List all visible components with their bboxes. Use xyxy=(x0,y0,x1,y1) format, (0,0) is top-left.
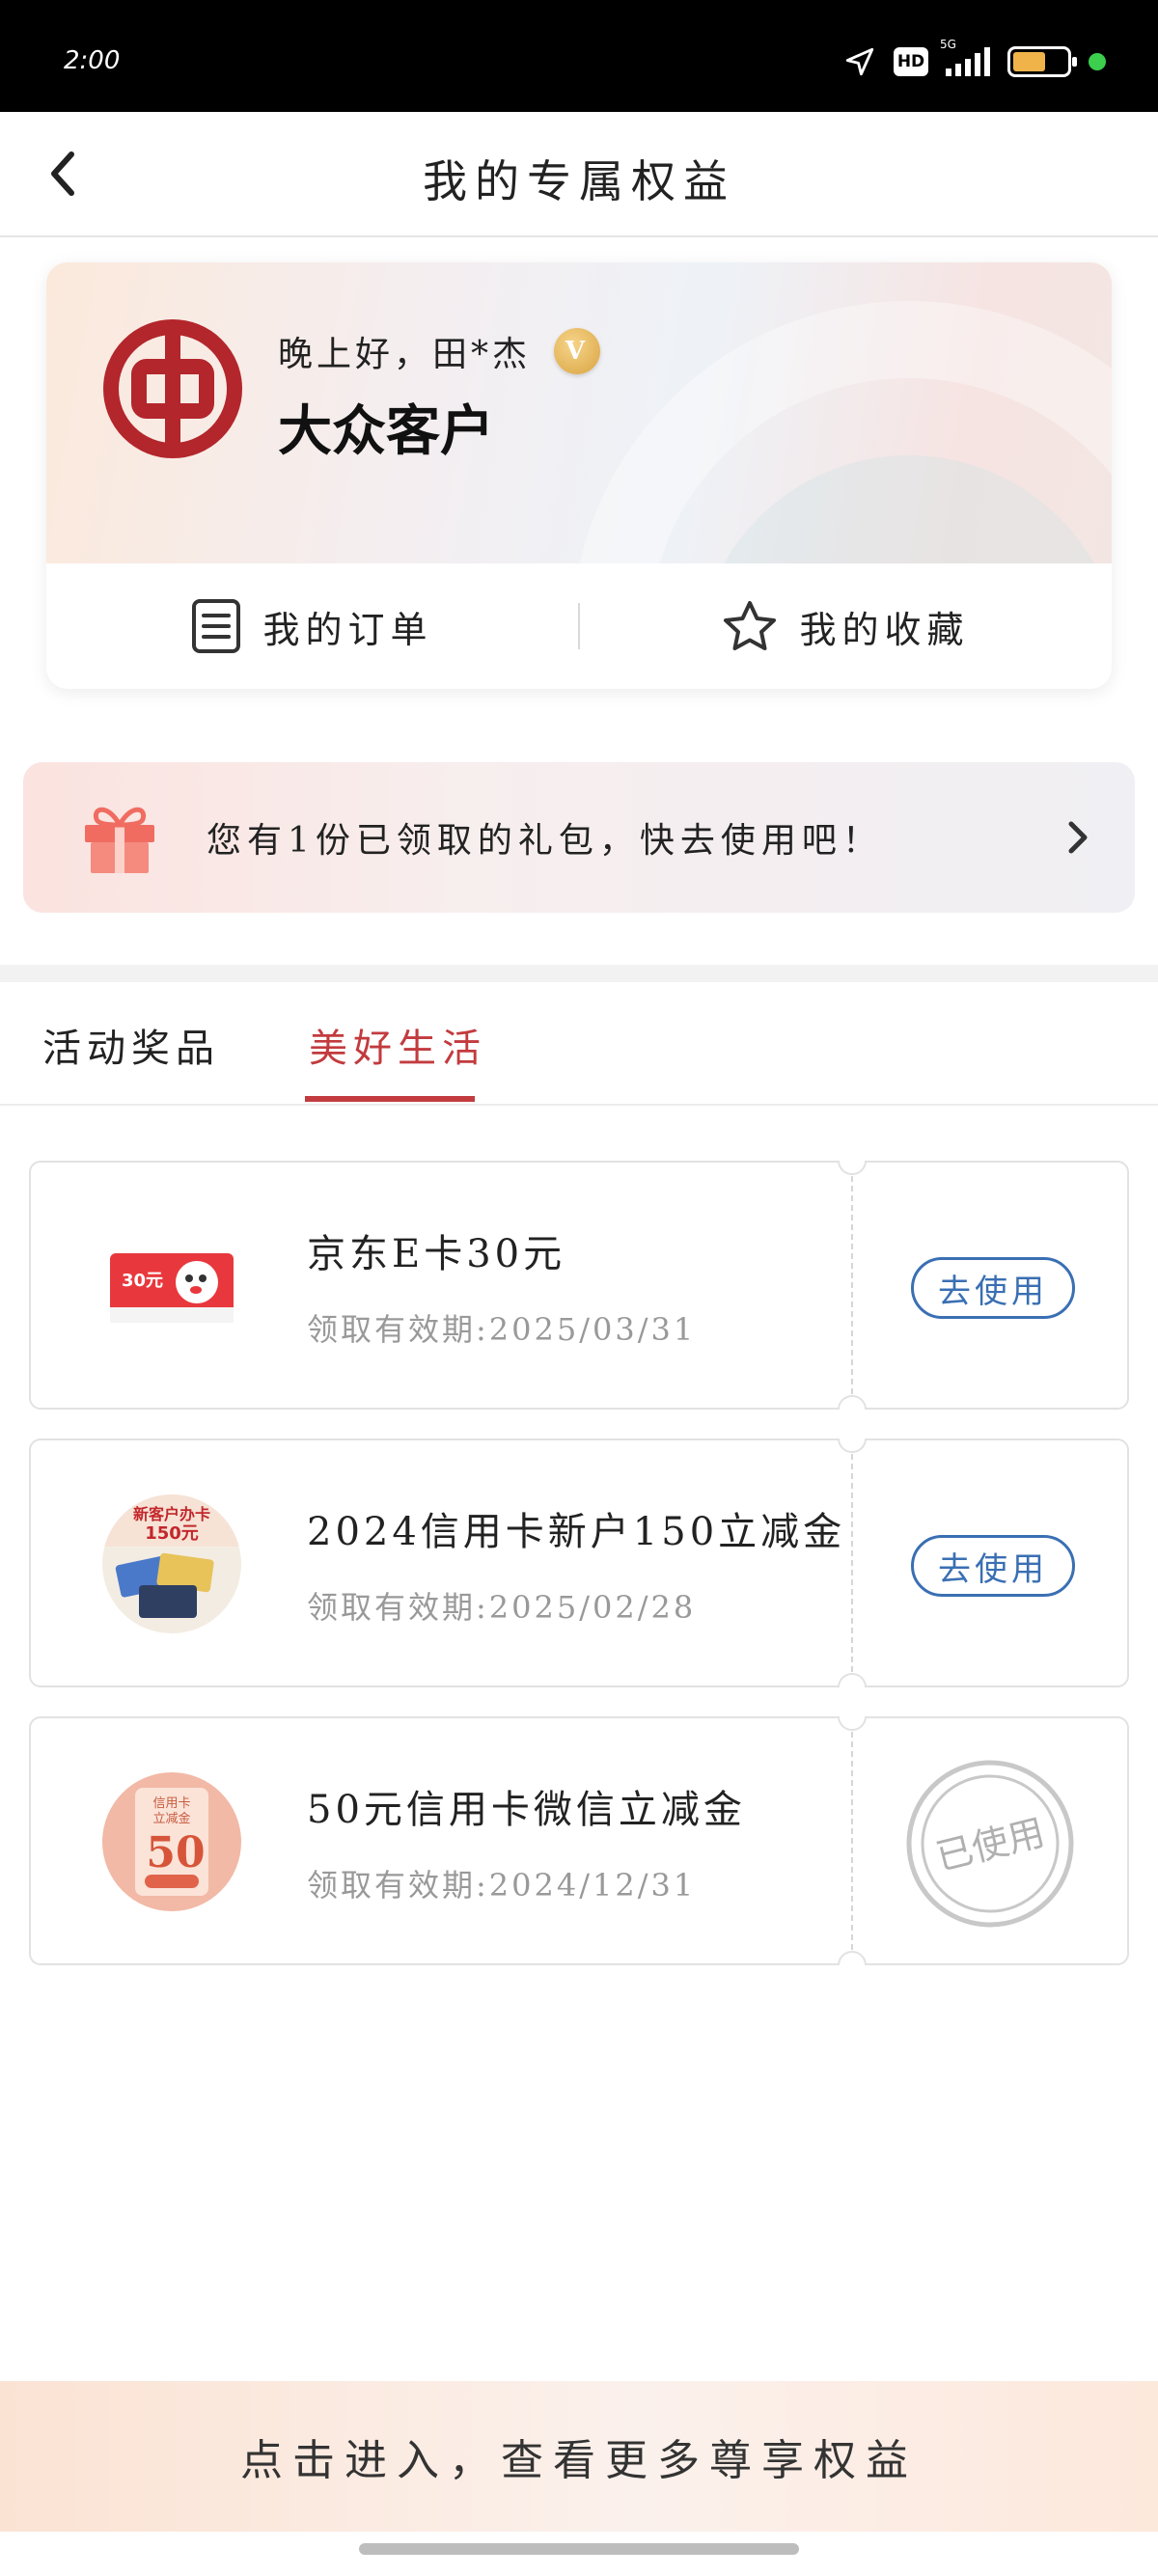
wechat-discount-thumbnail: 信用卡 立减金 50 xyxy=(102,1772,241,1911)
coupon-name: 2024信用卡新户150立减金 xyxy=(307,1510,846,1554)
gift-banner-text: 您有1份已领取的礼包，快去使用吧！ xyxy=(207,821,883,861)
svg-text:新客户办卡: 新客户办卡 xyxy=(133,1505,210,1523)
coupon-card: 信用卡 立减金 50 50元信用卡微信立减金 领取有效期:2024/12/31 … xyxy=(29,1716,1129,1965)
network-label: 5G xyxy=(940,38,956,51)
profile-links: 我的订单 我的收藏 xyxy=(46,563,1112,689)
status-bar: 2:00 HD 5G xyxy=(0,0,1158,112)
coupon-validity: 领取有效期:2025/03/31 xyxy=(307,1311,697,1348)
used-stamp-label: 已使用 xyxy=(932,1811,1049,1878)
star-icon xyxy=(724,601,777,650)
bank-of-china-logo xyxy=(103,319,242,458)
signal-icon: 5G xyxy=(940,38,990,76)
used-stamp-icon: 已使用 xyxy=(906,1760,1074,1928)
section-separator xyxy=(0,965,1158,982)
reward-tabs: 活动奖品 美好生活 xyxy=(0,982,1158,1106)
status-icons: HD 5G xyxy=(843,38,1106,81)
order-list-icon xyxy=(192,599,241,653)
coupon-name: 京东E卡30元 xyxy=(307,1232,566,1276)
coupon-name: 50元信用卡微信立减金 xyxy=(307,1788,746,1832)
my-favorites-link[interactable]: 我的收藏 xyxy=(580,599,1112,653)
home-indicator[interactable] xyxy=(359,2543,799,2555)
coupon-validity: 领取有效期:2025/02/28 xyxy=(307,1589,697,1626)
coupon-validity: 领取有效期:2024/12/31 xyxy=(307,1867,697,1904)
more-benefits-text: 点击进入，查看更多尊享权益 xyxy=(240,2436,918,2485)
jd-ecard-thumbnail: 30元 xyxy=(110,1253,234,1323)
location-icon xyxy=(845,47,874,76)
svg-text:立减金: 立减金 xyxy=(152,1811,190,1826)
active-tab-indicator xyxy=(305,1096,475,1102)
privacy-indicator-icon xyxy=(1089,53,1106,70)
greeting-text: 晚上好，田*杰 xyxy=(278,335,532,374)
top-nav: 我的专属权益 xyxy=(0,112,1158,237)
customer-tier: 大众客户 xyxy=(278,399,494,463)
more-benefits-banner[interactable]: 点击进入，查看更多尊享权益 xyxy=(0,2381,1158,2532)
use-coupon-button[interactable]: 去使用 xyxy=(911,1535,1075,1597)
vip-badge-icon[interactable]: V xyxy=(554,328,601,374)
my-orders-label: 我的订单 xyxy=(262,608,433,651)
profile-card: 晚上好，田*杰 V 大众客户 我的订单 我的收藏 xyxy=(46,262,1112,689)
coupon-card: 新客户办卡 150元 2024信用卡新户150立减金 领取有效期:2025/02… xyxy=(29,1439,1129,1687)
tab-activity-prizes[interactable]: 活动奖品 xyxy=(42,1017,220,1073)
status-time: 2:00 xyxy=(64,46,121,75)
coupon-card: 30元 京东E卡30元 领取有效期:2025/03/31 去使用 xyxy=(29,1161,1129,1410)
svg-text:信用卡: 信用卡 xyxy=(152,1796,190,1811)
thumb-label: 30元 xyxy=(122,1271,163,1291)
use-coupon-button[interactable]: 去使用 xyxy=(911,1257,1075,1319)
tab-better-life[interactable]: 美好生活 xyxy=(309,1017,486,1073)
thumb-label: 50 xyxy=(146,1828,205,1877)
my-orders-link[interactable]: 我的订单 xyxy=(46,598,578,654)
battery-icon xyxy=(1007,46,1077,77)
greeting: 晚上好，田*杰 V xyxy=(278,326,601,376)
chevron-right-icon xyxy=(1068,821,1088,854)
gift-icon xyxy=(85,807,154,873)
credit-card-offer-thumbnail: 新客户办卡 150元 xyxy=(102,1494,241,1633)
page-title: 我的专属权益 xyxy=(423,155,735,207)
profile-header: 晚上好，田*杰 V 大众客户 xyxy=(46,262,1112,563)
thumb-label: 150元 xyxy=(145,1523,199,1544)
hd-badge: HD xyxy=(894,47,928,76)
my-favorites-label: 我的收藏 xyxy=(799,608,970,651)
gift-package-banner[interactable]: 您有1份已领取的礼包，快去使用吧！ xyxy=(23,762,1135,913)
